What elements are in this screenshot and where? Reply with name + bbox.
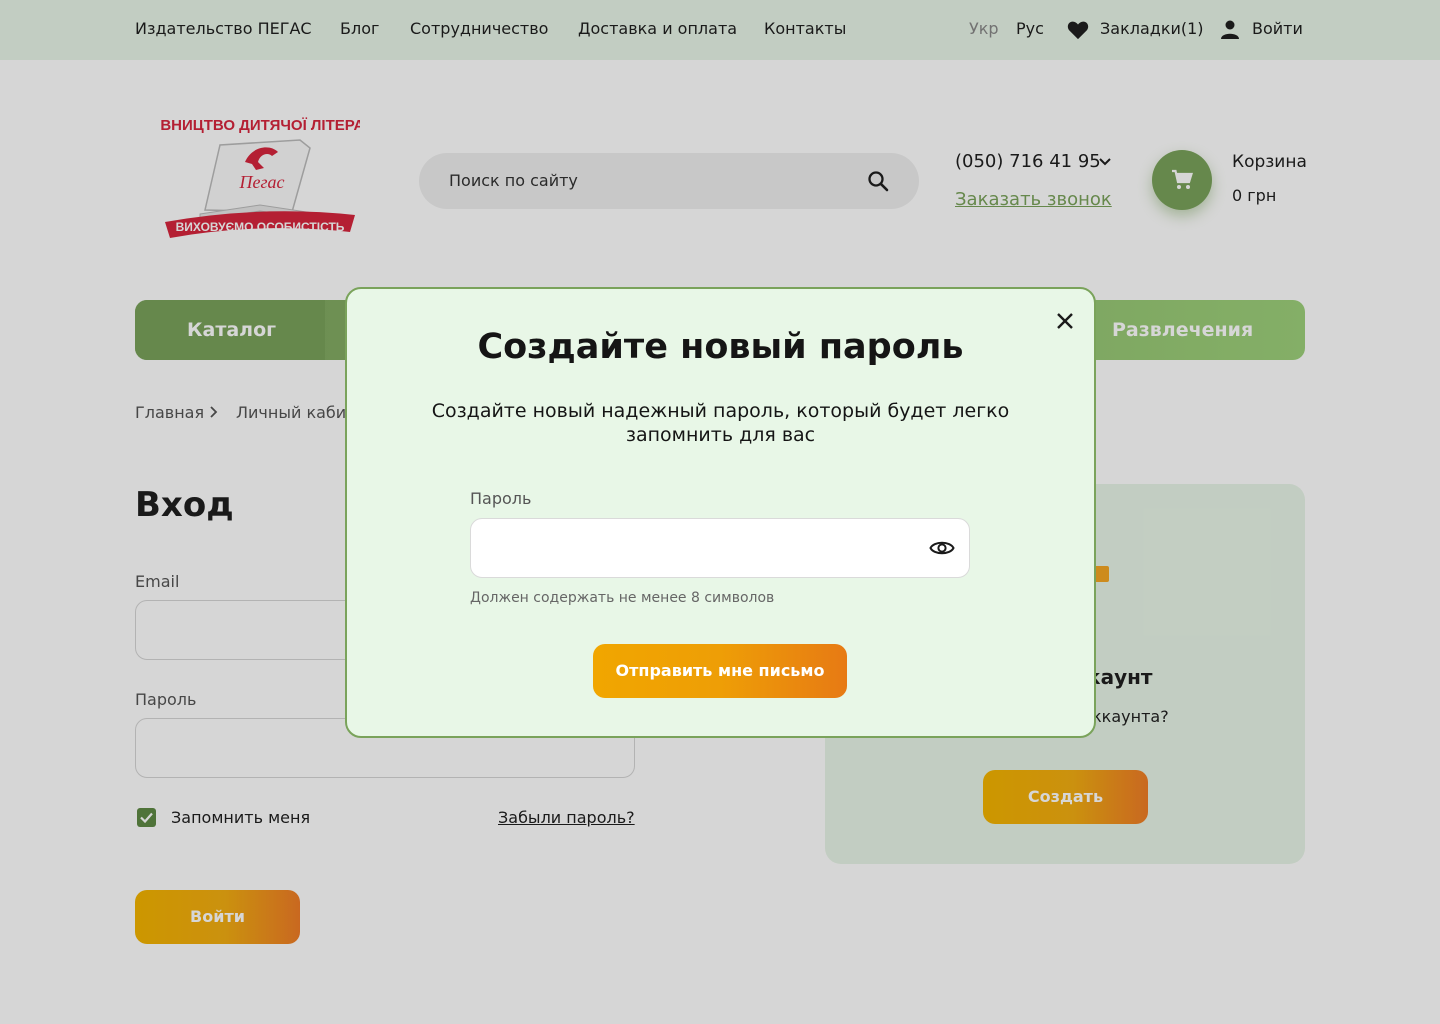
new-password-label: Пароль <box>470 489 532 508</box>
eye-icon[interactable] <box>929 537 955 559</box>
send-email-button[interactable]: Отправить мне письмо <box>593 644 847 698</box>
new-password-input[interactable] <box>470 518 970 578</box>
modal-title: Создайте новый пароль <box>477 327 964 367</box>
modal-subtitle: Создайте новый надежный пароль, который … <box>431 400 1010 446</box>
new-password-modal: Создайте новый пароль Создайте новый над… <box>345 287 1096 738</box>
password-hint: Должен содержать не менее 8 символов <box>470 590 775 606</box>
